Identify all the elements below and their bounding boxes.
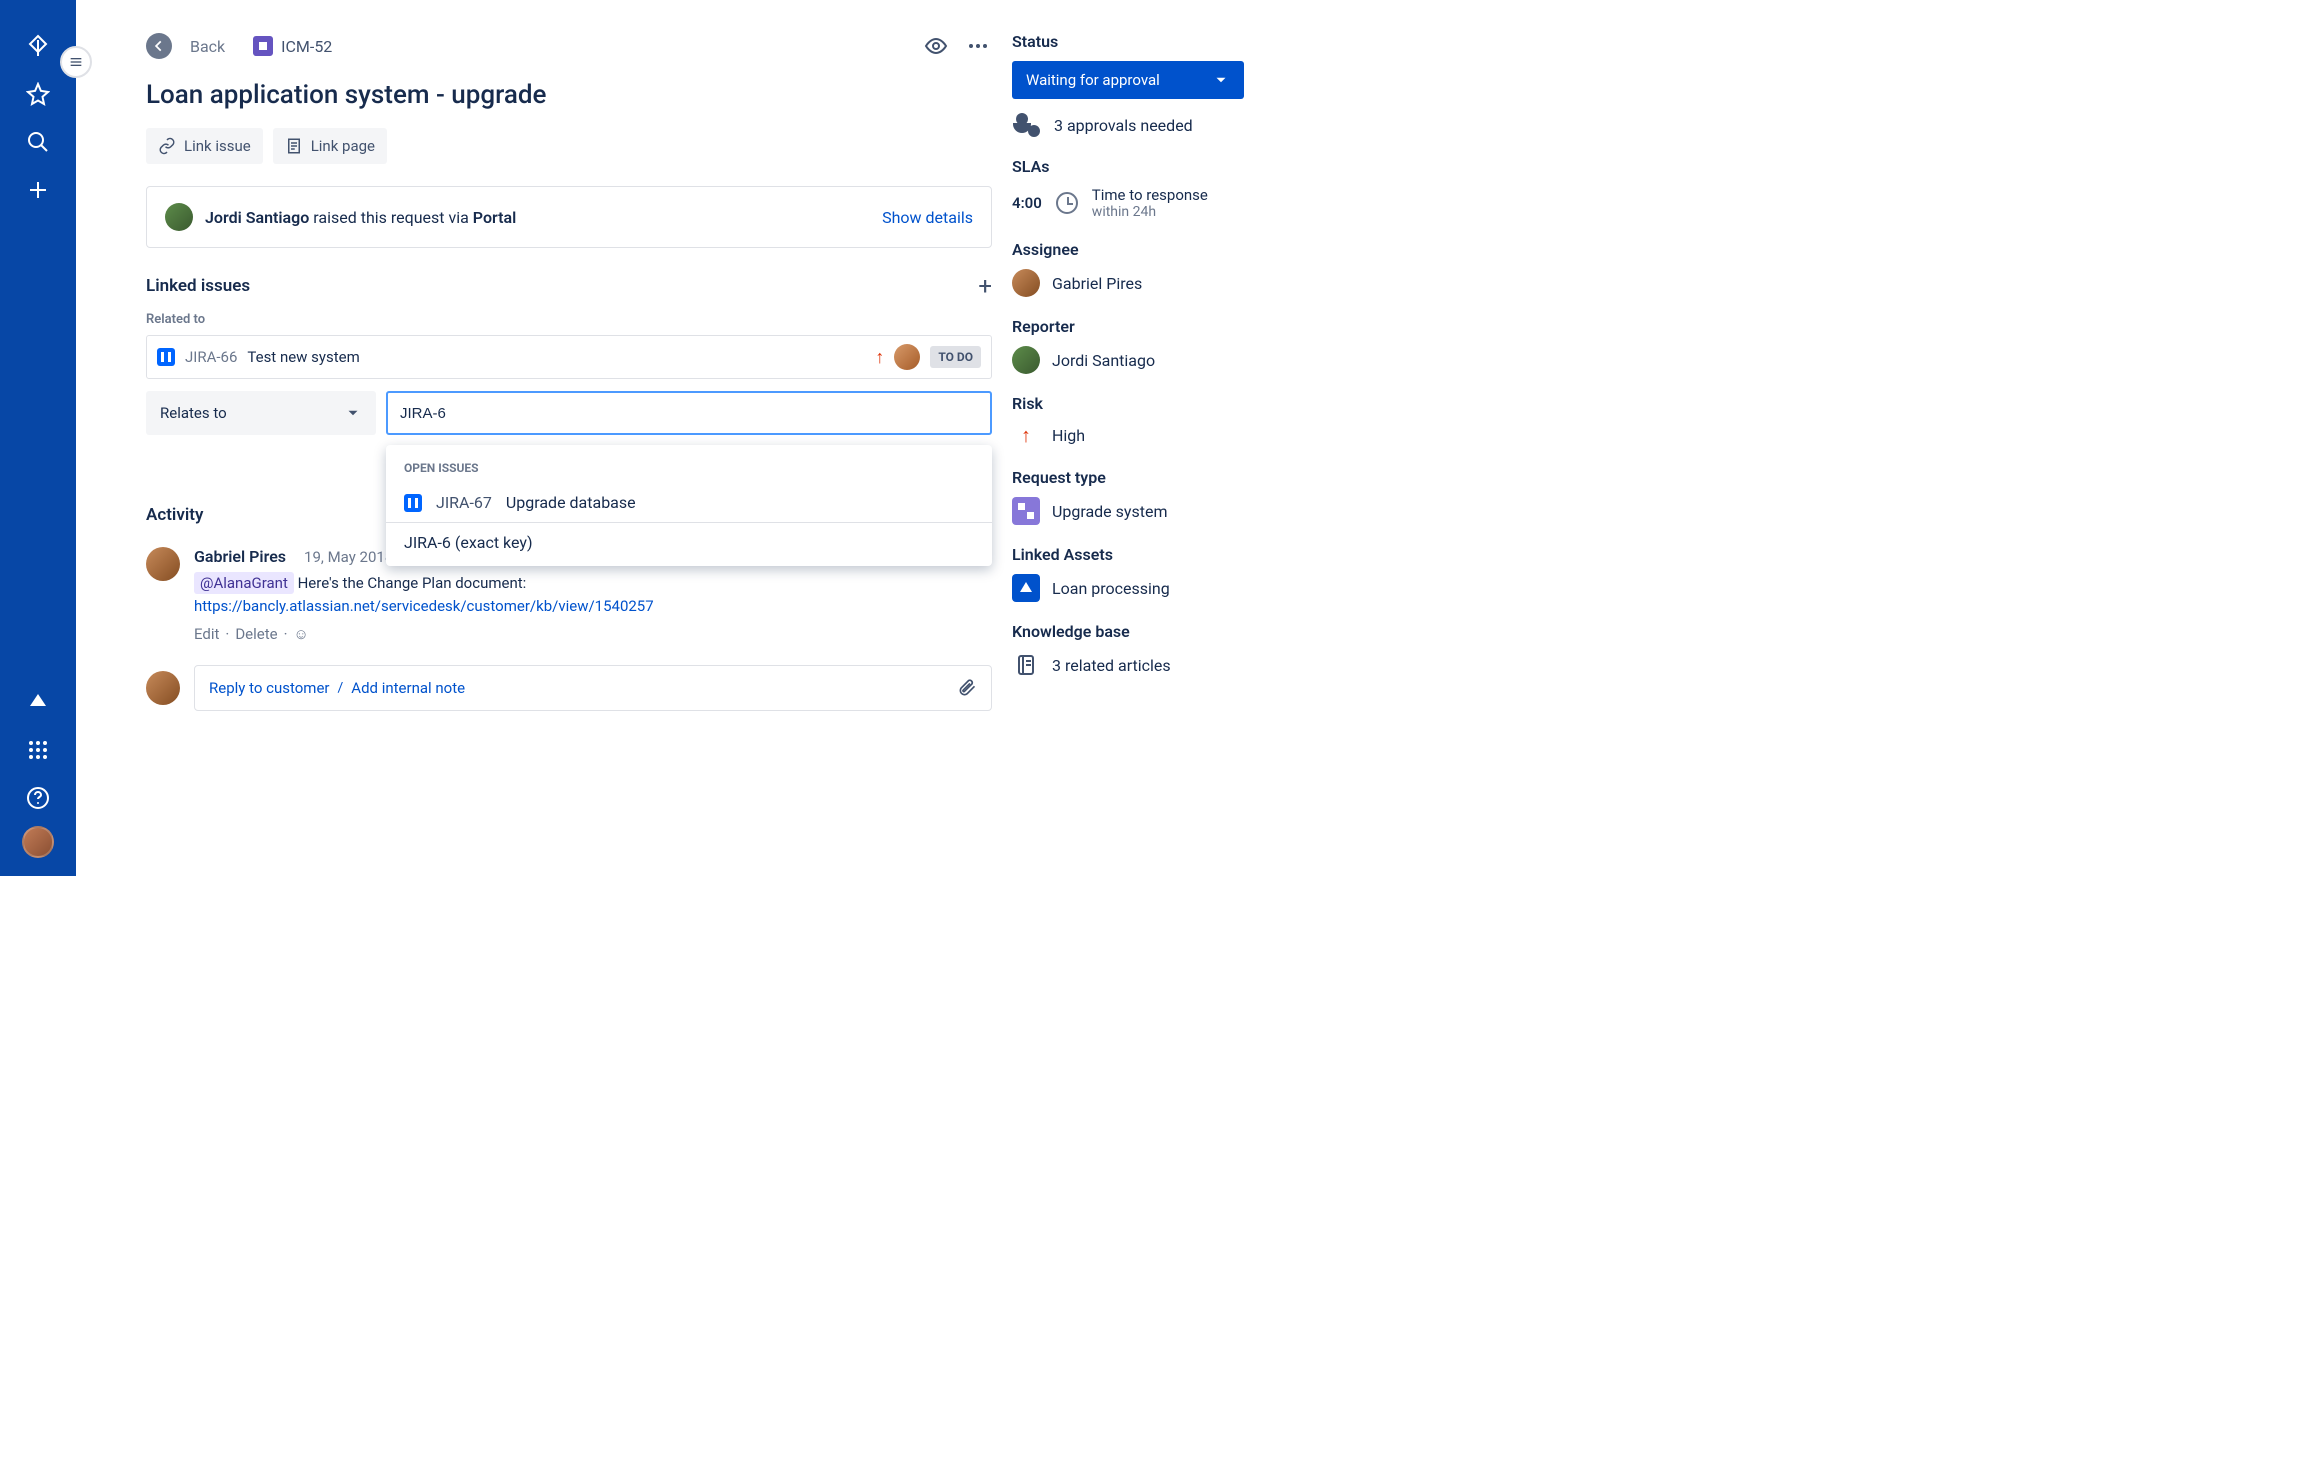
dropdown-header: OPEN ISSUES xyxy=(386,445,992,483)
request-text: Jordi Santiago raised this request via P… xyxy=(205,208,516,227)
dropdown-item[interactable]: JIRA-67 Upgrade database xyxy=(386,483,992,522)
risk-icon: ↑ xyxy=(1012,423,1040,448)
dropdown-exact-key[interactable]: JIRA-6 (exact key) xyxy=(386,522,992,562)
linked-issues-header: Linked issues xyxy=(146,276,250,296)
assignee-avatar xyxy=(1012,269,1040,297)
related-to-label: Related to xyxy=(146,312,992,327)
link-type-select[interactable]: Relates to xyxy=(146,391,376,435)
search-icon[interactable] xyxy=(18,122,58,162)
priority-icon: ↑ xyxy=(875,347,884,368)
clock-icon xyxy=(1056,192,1078,214)
request-type-icon xyxy=(1012,497,1040,525)
request-type-label: Request type xyxy=(1012,468,1392,487)
issue-type-icon xyxy=(253,36,273,56)
comment-author: Gabriel Pires xyxy=(194,547,286,566)
kb-label: Knowledge base xyxy=(1012,622,1392,641)
help-icon[interactable] xyxy=(18,778,58,818)
star-icon[interactable] xyxy=(18,74,58,114)
issue-search-input[interactable] xyxy=(386,391,992,435)
requester-avatar xyxy=(165,203,193,231)
status-label: Status xyxy=(1012,32,1392,51)
linked-issue-row[interactable]: JIRA-66 Test new system ↑ TO DO xyxy=(146,335,992,379)
add-linked-issue-button[interactable]: + xyxy=(978,272,992,300)
status-lozenge: TO DO xyxy=(930,346,981,368)
back-label[interactable]: Back xyxy=(190,37,225,56)
comment-avatar xyxy=(146,547,180,581)
add-note-link[interactable]: Add internal note xyxy=(351,679,465,697)
apps-icon[interactable] xyxy=(18,730,58,770)
issue-icon xyxy=(404,494,422,512)
link-issue-button[interactable]: Link issue xyxy=(146,128,263,164)
global-nav xyxy=(0,0,76,876)
approvals-row: 3 approvals needed xyxy=(1012,113,1392,137)
reporter-label: Reporter xyxy=(1012,317,1392,336)
issue-key[interactable]: ICM-52 xyxy=(281,37,332,56)
reply-box[interactable]: Reply to customer / Add internal note xyxy=(194,665,992,711)
watch-icon[interactable] xyxy=(922,32,950,60)
linked-issue-key: JIRA-66 xyxy=(185,348,237,366)
profile-avatar[interactable] xyxy=(22,826,54,858)
back-button[interactable] xyxy=(146,33,172,59)
asset-icon xyxy=(1012,574,1040,602)
linked-assets-label: Linked Assets xyxy=(1012,545,1392,564)
request-info: Jordi Santiago raised this request via P… xyxy=(146,186,992,248)
risk-row: ↑ High xyxy=(1012,423,1392,448)
sidebar-toggle[interactable] xyxy=(60,46,92,78)
show-details-link[interactable]: Show details xyxy=(882,208,973,227)
delete-comment[interactable]: Delete xyxy=(235,625,277,643)
slas-label: SLAs xyxy=(1012,157,1392,176)
page-title: Loan application system - upgrade xyxy=(146,80,992,110)
reply-avatar xyxy=(146,671,180,705)
create-icon[interactable] xyxy=(18,170,58,210)
linked-issue-summary: Test new system xyxy=(247,348,359,366)
notification-icon[interactable] xyxy=(18,682,58,722)
react-icon[interactable]: ☺ xyxy=(294,625,309,643)
status-dropdown[interactable]: Waiting for approval xyxy=(1012,61,1244,99)
breadcrumb: Back ICM-52 xyxy=(146,32,992,60)
attach-icon[interactable] xyxy=(957,678,977,698)
issue-icon xyxy=(157,348,175,366)
issue-search-dropdown: OPEN ISSUES JIRA-67 Upgrade database JIR… xyxy=(386,445,992,566)
sla-row: 4:00 Time to response within 24h xyxy=(1012,186,1392,220)
comment-date: 19, May 2018 xyxy=(304,548,393,566)
risk-label: Risk xyxy=(1012,394,1392,413)
kb-row[interactable]: 3 related articles xyxy=(1012,651,1392,679)
approvals-icon xyxy=(1012,113,1040,137)
request-type-row[interactable]: Upgrade system xyxy=(1012,497,1392,525)
link-page-button[interactable]: Link page xyxy=(273,128,387,164)
logo-icon[interactable] xyxy=(18,26,58,66)
assignee-avatar xyxy=(894,344,920,370)
assignee-row[interactable]: Gabriel Pires xyxy=(1012,269,1392,297)
reply-customer-link[interactable]: Reply to customer xyxy=(209,679,330,697)
mention[interactable]: @AlanaGrant xyxy=(194,572,294,594)
assignee-label: Assignee xyxy=(1012,240,1392,259)
comment-link[interactable]: https://bancly.atlassian.net/servicedesk… xyxy=(194,597,654,615)
reporter-row[interactable]: Jordi Santiago xyxy=(1012,346,1392,374)
book-icon xyxy=(1012,651,1040,679)
linked-asset-row[interactable]: Loan processing xyxy=(1012,574,1392,602)
edit-comment[interactable]: Edit xyxy=(194,625,219,643)
more-icon[interactable] xyxy=(964,32,992,60)
details-sidebar: Status Waiting for approval 3 approvals … xyxy=(1012,32,1392,679)
reporter-avatar xyxy=(1012,346,1040,374)
